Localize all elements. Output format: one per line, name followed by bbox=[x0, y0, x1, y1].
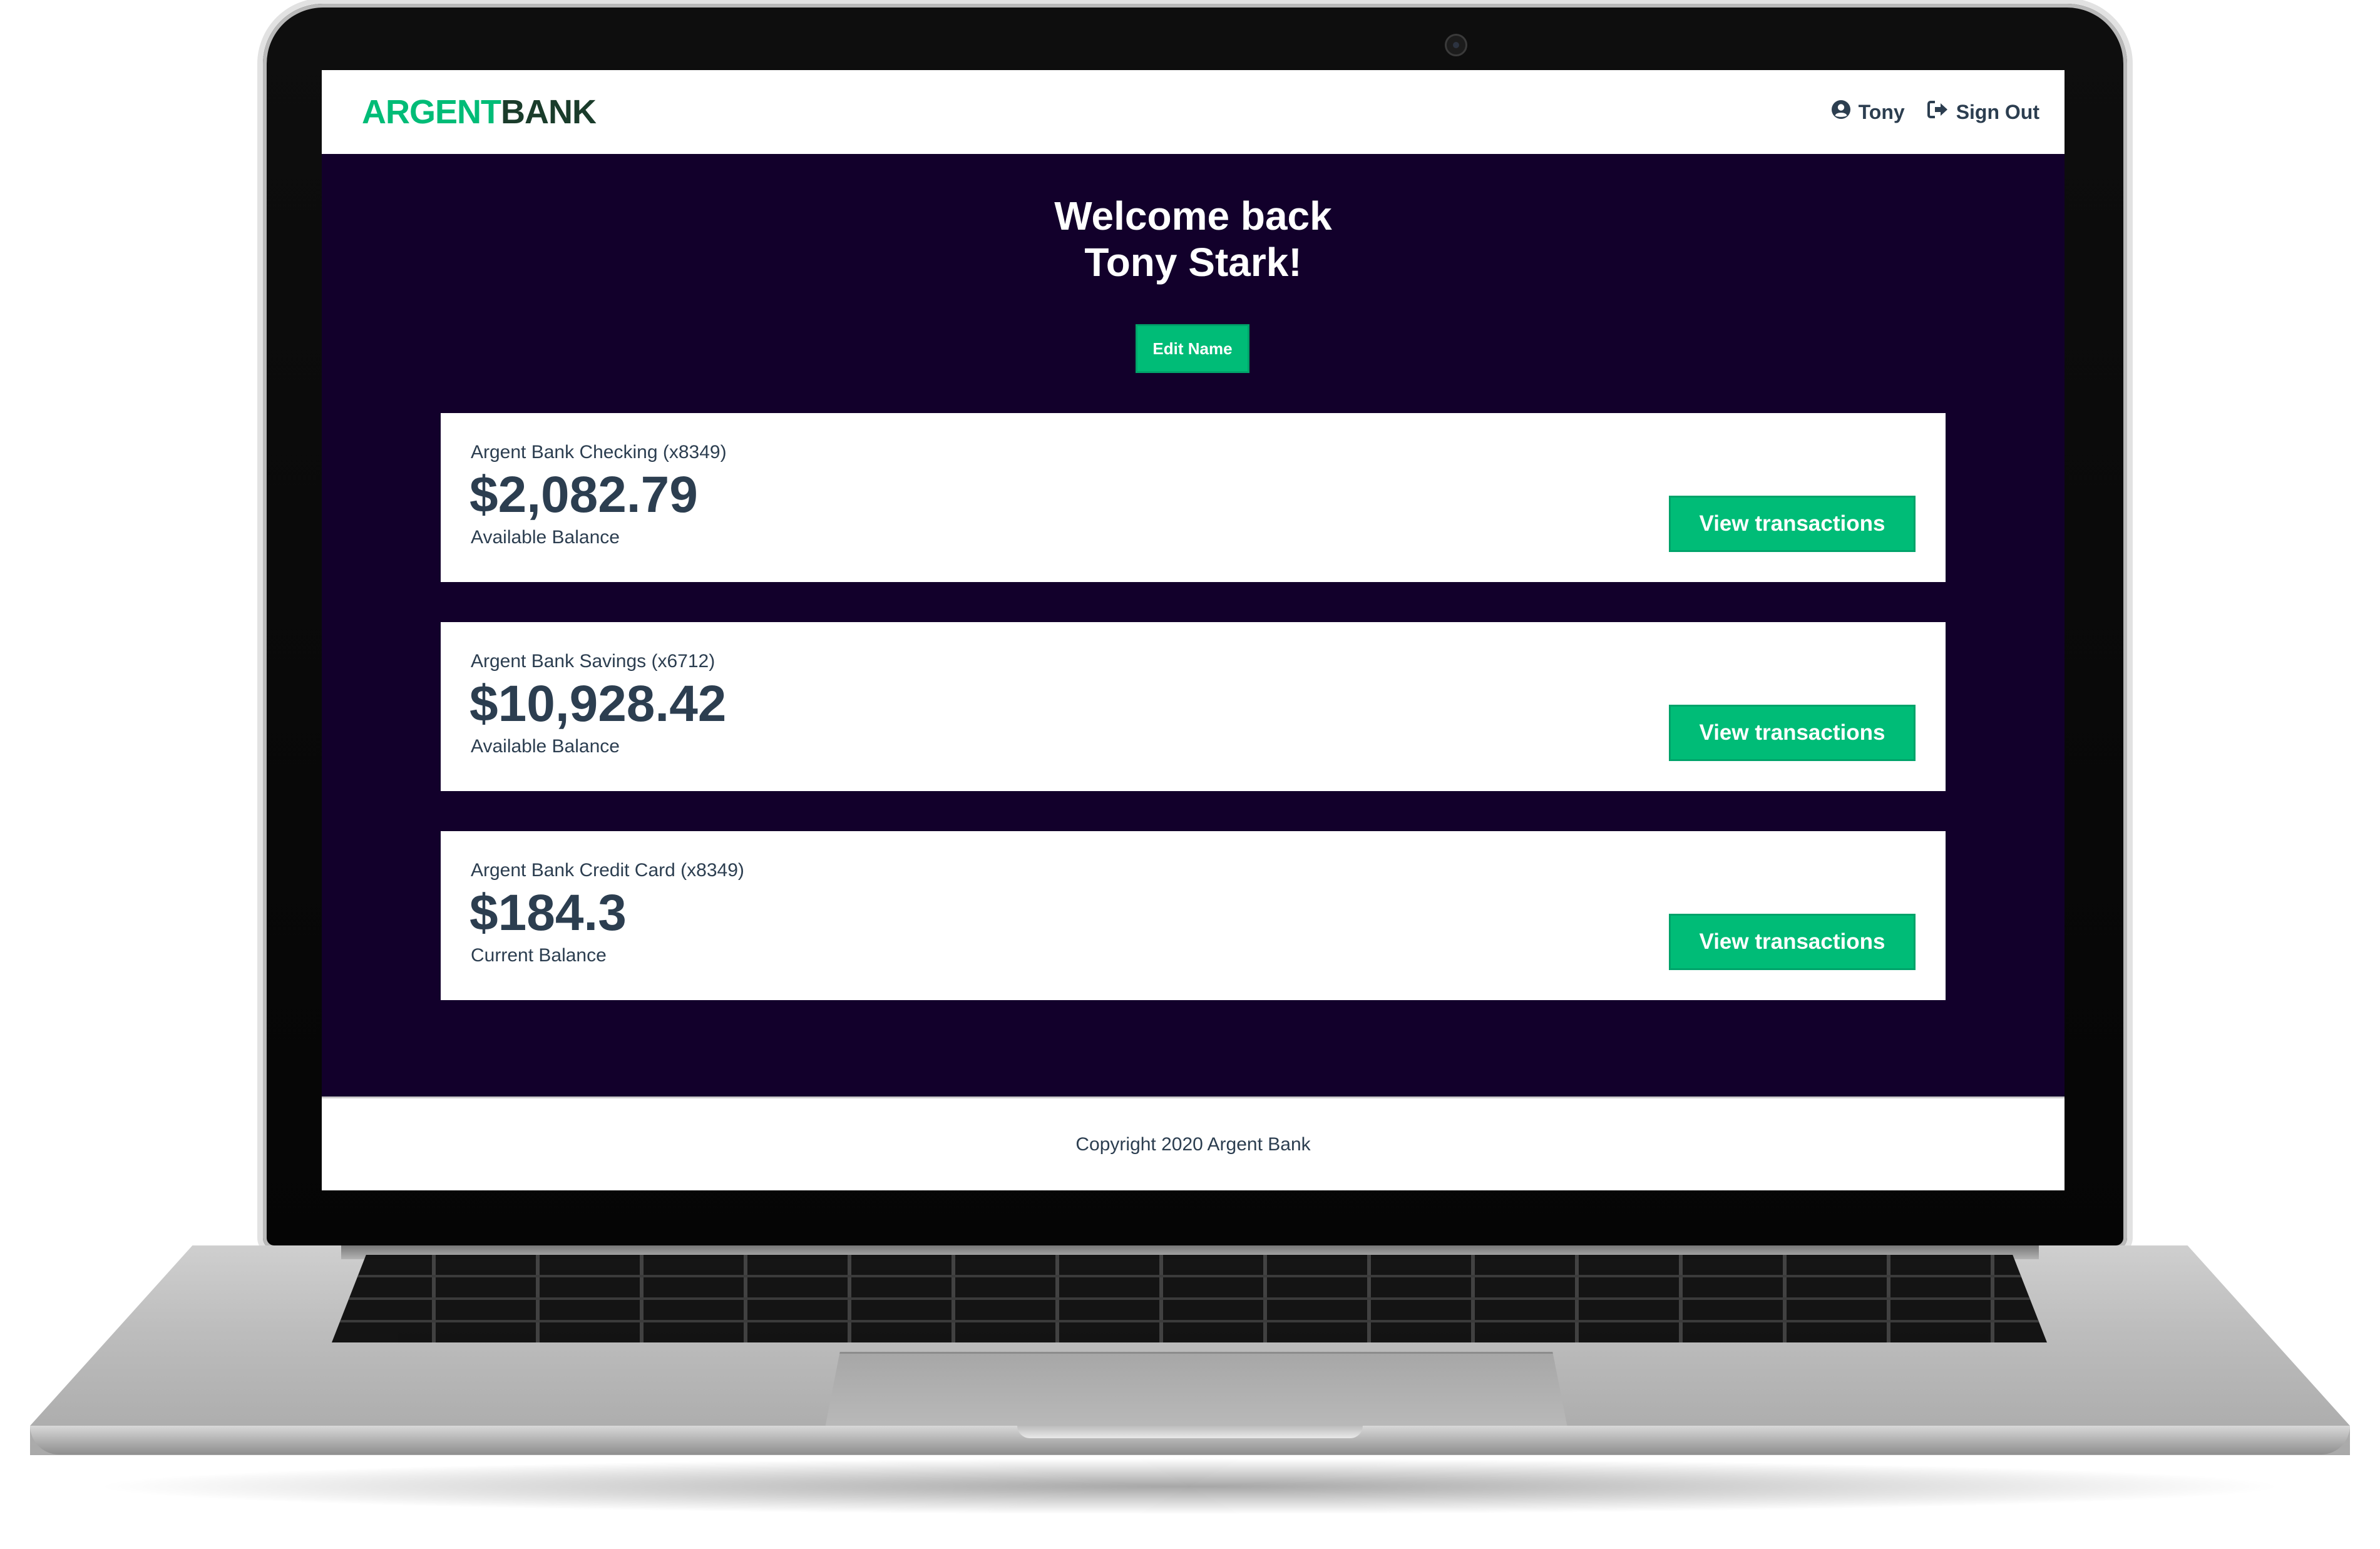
account-card-credit: Argent Bank Credit Card (x8349) $184.3 C… bbox=[441, 831, 1946, 1000]
logo-text-argent: ARGENT bbox=[362, 93, 501, 131]
account-amount: $10,928.42 bbox=[469, 675, 727, 732]
top-navigation: ARGENTBANK Tony Sign Out bbox=[322, 70, 2065, 154]
account-balance-label: Available Balance bbox=[471, 736, 620, 757]
footer: Copyright 2020 Argent Bank bbox=[322, 1097, 2065, 1190]
account-balance-label: Available Balance bbox=[471, 527, 620, 548]
argent-bank-logo[interactable]: ARGENTBANK bbox=[362, 93, 597, 131]
account-card-checking: Argent Bank Checking (x8349) $2,082.79 A… bbox=[441, 413, 1946, 582]
account-amount: $2,082.79 bbox=[469, 466, 698, 523]
view-transactions-button[interactable]: View transactions bbox=[1669, 496, 1916, 552]
welcome-heading: Welcome back Tony Stark! bbox=[322, 193, 2065, 285]
user-name-label: Tony bbox=[1858, 100, 1905, 123]
copyright-text: Copyright 2020 Argent Bank bbox=[1075, 1133, 1311, 1155]
sign-out-label: Sign Out bbox=[1956, 100, 2039, 123]
sign-out-icon bbox=[1927, 100, 1949, 124]
laptop-trackpad bbox=[825, 1352, 1567, 1428]
user-circle-icon bbox=[1831, 100, 1851, 125]
view-transactions-button[interactable]: View transactions bbox=[1669, 914, 1916, 970]
sign-out-link[interactable]: Sign Out bbox=[1927, 100, 2039, 124]
account-title: Argent Bank Savings (x6712) bbox=[471, 651, 716, 672]
welcome-line-2: Tony Stark! bbox=[1084, 240, 1302, 285]
welcome-line-1: Welcome back bbox=[1054, 193, 1332, 238]
laptop-keyboard-rows bbox=[332, 1255, 2047, 1342]
laptop-shadow bbox=[88, 1458, 2291, 1515]
account-card-savings: Argent Bank Savings (x6712) $10,928.42 A… bbox=[441, 622, 1946, 791]
logo-text-bank: BANK bbox=[501, 93, 597, 131]
account-balance-label: Current Balance bbox=[471, 945, 607, 966]
view-transactions-button[interactable]: View transactions bbox=[1669, 705, 1916, 761]
user-profile-link[interactable]: Tony bbox=[1831, 100, 1905, 125]
webcam-icon bbox=[1445, 34, 1467, 56]
edit-name-button[interactable]: Edit Name bbox=[1136, 324, 1249, 373]
account-amount: $184.3 bbox=[469, 884, 627, 941]
laptop-notch bbox=[1017, 1426, 1363, 1438]
account-title: Argent Bank Checking (x8349) bbox=[471, 442, 727, 463]
screen: ARGENTBANK Tony Sign Out Welcome back To… bbox=[322, 70, 2065, 1190]
account-title: Argent Bank Credit Card (x8349) bbox=[471, 860, 744, 881]
nav-links: Tony Sign Out bbox=[1831, 100, 2039, 125]
